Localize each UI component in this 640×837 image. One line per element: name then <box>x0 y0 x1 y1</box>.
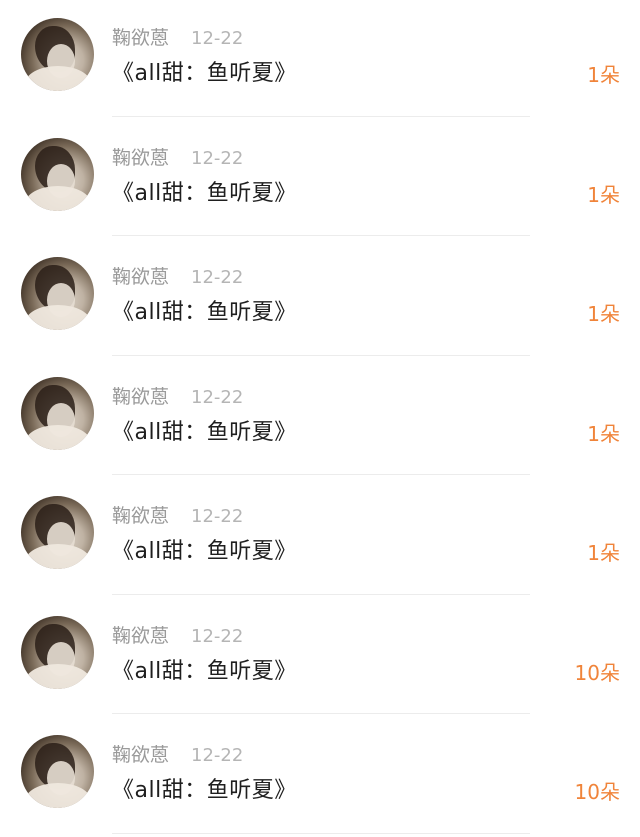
list-item[interactable]: 鞠欲蒽 12-22 《all甜：鱼听夏》 10朵 <box>0 598 640 718</box>
avatar[interactable] <box>21 615 94 689</box>
avatar[interactable] <box>21 376 94 450</box>
list-item[interactable]: 鞠欲蒽 12-22 《all甜：鱼听夏》 1朵 <box>0 359 640 479</box>
avatar-shoulder <box>25 783 91 808</box>
item-date: 12-22 <box>191 28 244 49</box>
user-name[interactable]: 鞠欲蒽 <box>112 624 169 648</box>
flower-count: 1朵 <box>587 302 620 326</box>
book-title[interactable]: 《all甜：鱼听夏》 <box>112 59 297 89</box>
divider <box>112 235 530 236</box>
avatar-shoulder <box>25 663 91 689</box>
list-item[interactable]: 鞠欲蒽 12-22 《all甜：鱼听夏》 1朵 <box>0 478 640 598</box>
avatar[interactable] <box>21 257 94 330</box>
avatar[interactable] <box>21 18 94 91</box>
list-item[interactable]: 鞠欲蒽 12-22 《all甜：鱼听夏》 1朵 <box>0 0 640 120</box>
book-title[interactable]: 《all甜：鱼听夏》 <box>112 418 297 448</box>
list-item[interactable]: 鞠欲蒽 12-22 《all甜：鱼听夏》 10朵 <box>0 717 640 837</box>
user-name[interactable]: 鞠欲蒽 <box>112 385 169 409</box>
user-name[interactable]: 鞠欲蒽 <box>112 743 169 767</box>
avatar-shoulder <box>25 424 91 450</box>
item-date: 12-22 <box>191 745 244 766</box>
divider <box>112 474 530 475</box>
user-name[interactable]: 鞠欲蒽 <box>112 504 169 528</box>
book-title[interactable]: 《all甜：鱼听夏》 <box>112 298 297 328</box>
flower-count: 1朵 <box>587 421 620 446</box>
flower-count: 10朵 <box>574 660 620 685</box>
divider <box>112 354 530 356</box>
book-title[interactable]: 《all甜：鱼听夏》 <box>112 657 297 687</box>
avatar-shoulder <box>25 185 91 211</box>
flower-count: 1朵 <box>587 182 620 207</box>
gift-list: 鞠欲蒽 12-22 《all甜：鱼听夏》 1朵 鞠欲蒽 12-22 《all甜：… <box>0 0 640 836</box>
list-item[interactable]: 鞠欲蒽 12-22 《all甜：鱼听夏》 1朵 <box>0 120 640 240</box>
item-date: 12-22 <box>191 267 244 288</box>
item-date: 12-22 <box>191 506 244 527</box>
flower-count: 1朵 <box>587 541 620 565</box>
avatar-shoulder <box>25 544 91 569</box>
avatar[interactable] <box>21 496 94 569</box>
avatar-shoulder <box>25 66 91 91</box>
divider <box>112 593 530 595</box>
user-name[interactable]: 鞠欲蒽 <box>112 265 169 289</box>
user-name[interactable]: 鞠欲蒽 <box>112 26 169 50</box>
item-date: 12-22 <box>191 625 244 647</box>
divider <box>112 115 530 117</box>
divider <box>112 713 530 714</box>
divider <box>112 832 530 834</box>
book-title[interactable]: 《all甜：鱼听夏》 <box>112 776 297 806</box>
list-item[interactable]: 鞠欲蒽 12-22 《all甜：鱼听夏》 1朵 <box>0 239 640 359</box>
avatar[interactable] <box>21 735 94 808</box>
book-title[interactable]: 《all甜：鱼听夏》 <box>112 179 297 209</box>
avatar-shoulder <box>25 305 91 330</box>
item-date: 12-22 <box>191 147 244 169</box>
avatar[interactable] <box>21 137 94 211</box>
user-name[interactable]: 鞠欲蒽 <box>112 146 169 170</box>
flower-count: 10朵 <box>574 780 620 804</box>
flower-count: 1朵 <box>587 63 620 87</box>
book-title[interactable]: 《all甜：鱼听夏》 <box>112 537 297 567</box>
item-date: 12-22 <box>191 386 244 408</box>
